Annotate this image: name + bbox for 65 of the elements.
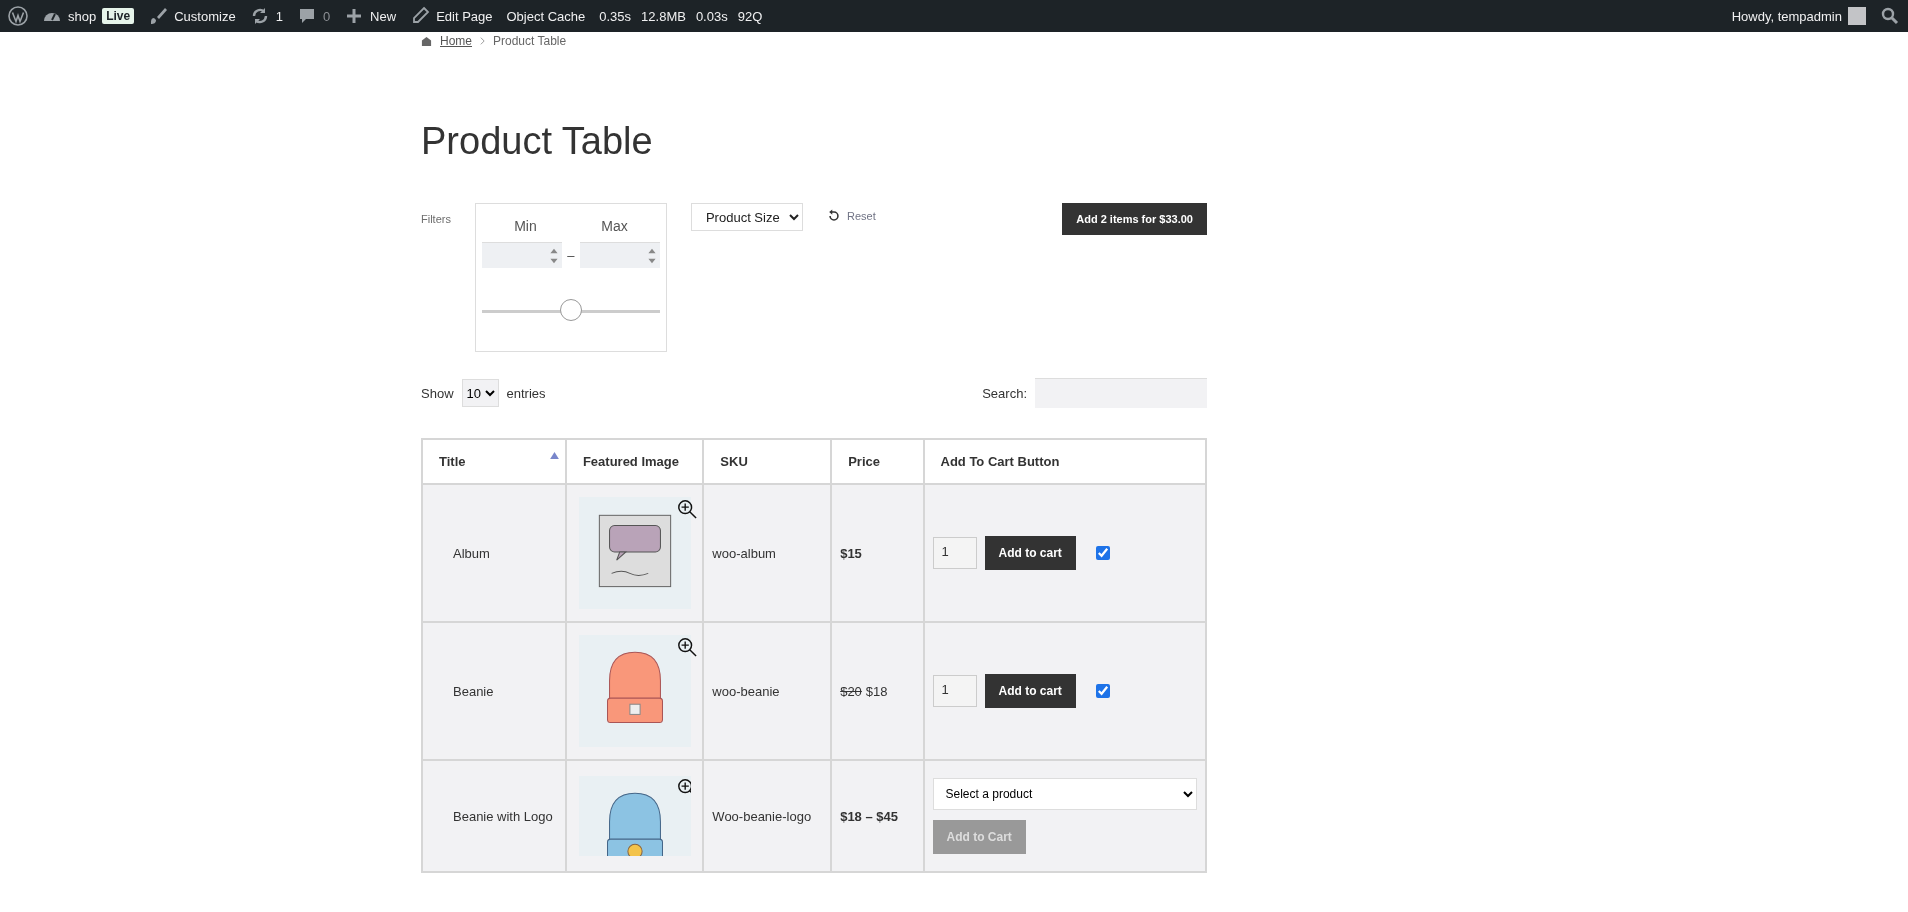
home-icon[interactable] (421, 35, 432, 47)
table-cell: $15 (831, 484, 924, 622)
search-label: Search: (982, 385, 1027, 401)
updates-count[interactable]: 1 (275, 8, 283, 24)
page-title: Product Table (421, 120, 654, 163)
quantity-field[interactable]: 1 (932, 537, 977, 569)
select-checkbox[interactable] (1095, 546, 1110, 560)
new-link[interactable]: New (370, 8, 397, 24)
range-handle[interactable] (559, 299, 582, 321)
add-to-cart-button[interactable]: Add to cart (984, 536, 1076, 570)
customize-link[interactable]: Customize (174, 8, 236, 24)
query-stat[interactable]: 0.35s (599, 8, 632, 24)
search-field[interactable] (1035, 378, 1207, 408)
beanie-drawing (606, 792, 663, 856)
spinner-arrows-icon[interactable] (647, 246, 656, 265)
table-cell: Woo-beanie-logo (703, 760, 832, 872)
column-header[interactable]: SKU (703, 439, 832, 484)
table-cell: woo-beanie (703, 622, 832, 760)
column-header[interactable]: Featured Image (565, 439, 704, 484)
price-text: $18 (865, 683, 888, 699)
query-stat[interactable]: 12.8MB (641, 8, 686, 24)
brush-icon[interactable] (148, 6, 169, 26)
column-header[interactable]: Price (831, 439, 924, 484)
entries-select[interactable]: 10 (461, 379, 499, 407)
site-name-link[interactable]: shop (68, 8, 97, 24)
entries-label: entries (506, 385, 546, 401)
range-separator: – (567, 247, 575, 263)
query-stat[interactable]: 0.03s (695, 8, 728, 24)
edit-page-link[interactable]: Edit Page (436, 8, 493, 24)
reset-icon[interactable] (826, 209, 841, 223)
table-cell: Beanie with Logo (422, 760, 566, 872)
howdy-link[interactable]: Howdy, tempadmin (1731, 8, 1842, 24)
sort-arrow-icon[interactable] (549, 452, 559, 459)
show-label: Show (421, 385, 454, 401)
quantity-field[interactable]: 1 (932, 675, 977, 707)
reset-link[interactable]: Reset (846, 210, 876, 222)
comments-count[interactable]: 0 (322, 8, 331, 24)
table-cell: woo-album (703, 484, 832, 622)
max-input[interactable] (579, 242, 660, 268)
size-select[interactable]: Product Size (690, 203, 803, 231)
chevron-right-icon (480, 37, 485, 45)
select-checkbox[interactable] (1095, 684, 1110, 698)
column-header[interactable]: Title (422, 439, 566, 484)
wordpress-logo-icon[interactable] (8, 6, 28, 26)
column-header[interactable]: Add To Cart Button (923, 439, 1206, 484)
add-selected-button[interactable]: Add 2 items for $33.00 (1062, 203, 1207, 235)
breadcrumb-link[interactable]: Home (440, 34, 472, 48)
zoom-in-icon[interactable] (676, 499, 697, 519)
pencil-icon[interactable] (410, 6, 431, 26)
filters-label: Filters (421, 212, 451, 225)
live-badge: Live (102, 8, 135, 24)
table-cell: $18 – $45 (831, 760, 924, 872)
old-price: $20 (840, 683, 862, 699)
search-icon[interactable] (1880, 6, 1900, 26)
add-to-cart-button[interactable]: Add to cart (984, 674, 1076, 708)
min-input[interactable] (481, 242, 563, 268)
table-cell: Beanie (422, 622, 566, 760)
breadcrumb-current: Product Table (493, 34, 567, 48)
zoom-in-icon[interactable] (676, 637, 697, 657)
max-label: Max (601, 218, 628, 234)
table-cell: Album (422, 484, 566, 622)
min-label: Min (514, 218, 537, 234)
query-stat[interactable]: 92Q (737, 8, 763, 24)
object-cache-link[interactable]: Object Cache (506, 8, 586, 24)
spinner-arrows-icon[interactable] (550, 246, 559, 265)
